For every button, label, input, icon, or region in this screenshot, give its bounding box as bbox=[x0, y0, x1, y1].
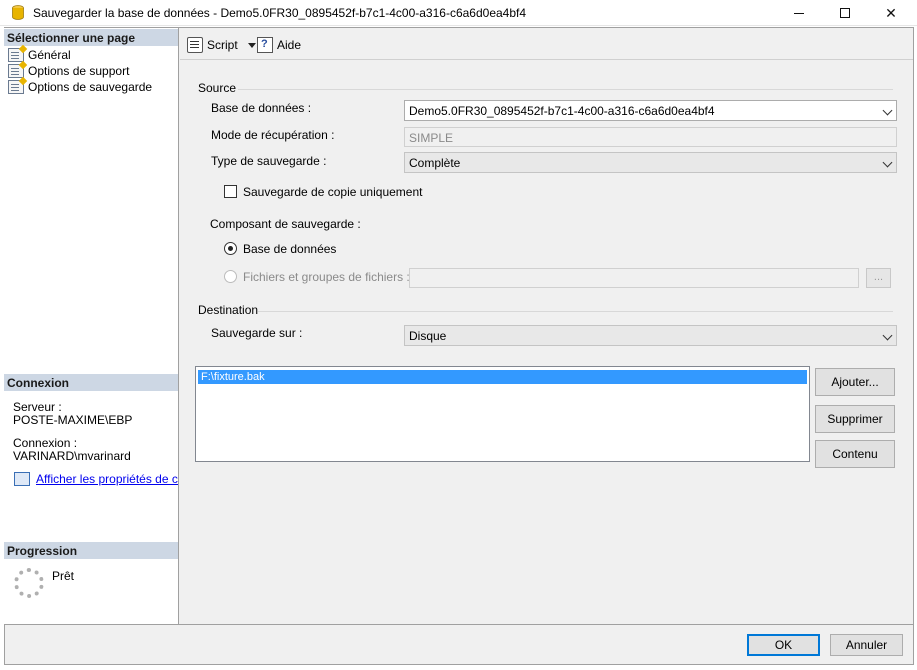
radio-database[interactable] bbox=[224, 242, 237, 255]
remove-button[interactable]: Supprimer bbox=[815, 405, 895, 433]
backup-type-label: Type de sauvegarde : bbox=[211, 154, 327, 168]
page-item-label: Options de support bbox=[28, 64, 130, 78]
page-item-media-options[interactable]: Options de support bbox=[8, 63, 129, 79]
chevron-down-icon[interactable] bbox=[247, 42, 256, 48]
chevron-down-icon bbox=[882, 105, 893, 116]
backup-to-select[interactable]: Disque bbox=[404, 325, 897, 346]
database-icon bbox=[12, 5, 24, 20]
page-item-label: Général bbox=[28, 48, 71, 62]
files-filegroups-field bbox=[409, 268, 859, 288]
ok-button[interactable]: OK bbox=[747, 634, 820, 656]
database-select[interactable]: Demo5.0FR30_0895452f-b7c1-4c00-a316-c6a6… bbox=[404, 100, 897, 121]
left-panel: Sélectionner une page Général Options de… bbox=[4, 28, 179, 624]
maximize-icon bbox=[840, 8, 850, 18]
toolbar: Script Aide bbox=[180, 28, 913, 60]
page-icon bbox=[8, 64, 24, 78]
contents-button[interactable]: Contenu bbox=[815, 440, 895, 468]
database-value: Demo5.0FR30_0895452f-b7c1-4c00-a316-c6a6… bbox=[409, 104, 715, 118]
connection-value: VARINARD\mvarinard bbox=[13, 449, 131, 463]
connection-header: Connexion bbox=[4, 374, 178, 391]
source-divider bbox=[238, 89, 893, 90]
cancel-button[interactable]: Annuler bbox=[830, 634, 903, 656]
select-page-header: Sélectionner une page bbox=[4, 29, 178, 46]
minimize-icon bbox=[794, 12, 804, 14]
source-group-label: Source bbox=[198, 81, 237, 95]
close-icon: ✕ bbox=[885, 4, 897, 21]
properties-icon bbox=[14, 472, 30, 486]
connection-label: Connexion : bbox=[13, 436, 78, 450]
backup-component-label: Composant de sauvegarde : bbox=[210, 217, 361, 231]
maximize-button[interactable] bbox=[822, 0, 868, 26]
page-icon bbox=[8, 80, 24, 94]
script-button[interactable]: Script bbox=[187, 36, 256, 54]
chevron-down-icon bbox=[882, 330, 893, 341]
close-button[interactable]: ✕ bbox=[868, 0, 914, 26]
radio-files-filegroups[interactable] bbox=[224, 270, 237, 283]
window-title: Sauvegarder la base de données - Demo5.0… bbox=[33, 6, 527, 20]
chevron-down-icon bbox=[882, 157, 893, 168]
footer-bar: OK Annuler bbox=[5, 624, 913, 664]
database-label: Base de données : bbox=[211, 101, 312, 115]
script-icon bbox=[187, 37, 203, 53]
browse-files-button[interactable]: ... bbox=[866, 268, 891, 288]
help-label: Aide bbox=[277, 38, 302, 52]
server-label: Serveur : bbox=[13, 400, 62, 414]
progress-header: Progression bbox=[4, 542, 178, 559]
radio-files-label: Fichiers et groupes de fichiers : bbox=[243, 270, 410, 284]
page-item-label: Options de sauvegarde bbox=[28, 80, 153, 94]
destination-group-label: Destination bbox=[198, 303, 259, 317]
backup-to-value: Disque bbox=[409, 329, 447, 343]
recovery-model-field: SIMPLE bbox=[404, 127, 897, 147]
script-label: Script bbox=[207, 38, 238, 52]
destination-divider bbox=[258, 311, 893, 312]
radio-database-label: Base de données bbox=[243, 242, 337, 256]
page-icon bbox=[8, 48, 24, 62]
progress-status: Prêt bbox=[52, 569, 75, 583]
backup-type-value: Complète bbox=[409, 156, 461, 170]
help-button[interactable]: Aide bbox=[257, 36, 301, 54]
backup-to-label: Sauvegarde sur : bbox=[211, 326, 303, 340]
server-value: POSTE-MAXIME\EBP bbox=[13, 413, 133, 427]
minimize-button[interactable] bbox=[776, 0, 822, 26]
view-connection-properties-link[interactable]: Afficher les propriétés de conn bbox=[36, 472, 178, 486]
page-item-general[interactable]: Général bbox=[8, 47, 71, 63]
destination-file-list[interactable]: F:\fixture.bak bbox=[195, 366, 810, 462]
copy-only-label: Sauvegarde de copie uniquement bbox=[243, 185, 423, 199]
progress-spinner-icon bbox=[14, 568, 44, 598]
recovery-model-label: Mode de récupération : bbox=[211, 128, 335, 142]
copy-only-checkbox[interactable] bbox=[224, 185, 237, 198]
help-icon bbox=[257, 37, 273, 53]
main-content: Source Base de données : Demo5.0FR30_089… bbox=[180, 61, 913, 624]
add-button[interactable]: Ajouter... bbox=[815, 368, 895, 396]
page-item-backup-options[interactable]: Options de sauvegarde bbox=[8, 79, 152, 95]
list-item[interactable]: F:\fixture.bak bbox=[198, 370, 807, 384]
title-bar: Sauvegarder la base de données - Demo5.0… bbox=[0, 0, 917, 26]
backup-type-select[interactable]: Complète bbox=[404, 152, 897, 173]
